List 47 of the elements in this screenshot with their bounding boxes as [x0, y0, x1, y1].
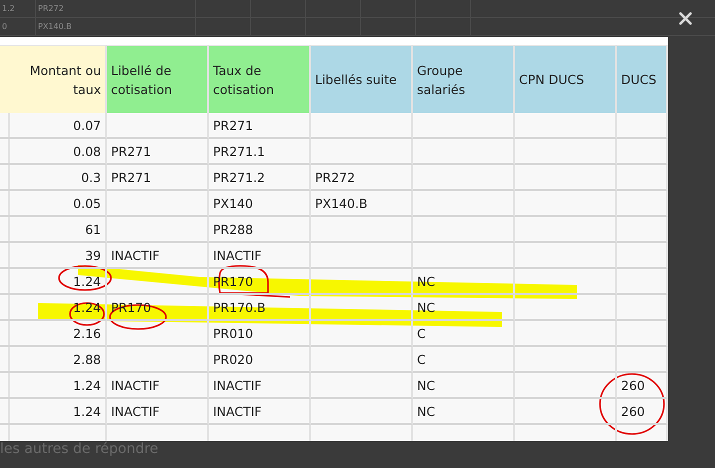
column-header: Libellé de cotisation: [107, 45, 209, 113]
table-cell: PR010: [209, 321, 311, 347]
table-cell: PR271: [107, 165, 209, 191]
table-cell: 61: [5, 217, 107, 243]
table-cell: 0.3: [5, 165, 107, 191]
table-cell: INACTIF: [107, 243, 209, 269]
table-cell: PR271: [107, 139, 209, 165]
table-cell: INACTIF: [209, 373, 311, 399]
table-cell: 260: [617, 373, 668, 399]
table-cell: NC: [413, 399, 515, 425]
column-header: Libellés suite: [311, 45, 413, 113]
column-header: Montant ou taux: [5, 45, 107, 113]
table-cell: 39: [5, 243, 107, 269]
table-cell: PR271.2: [209, 165, 311, 191]
table-cell: PX140.B: [311, 191, 413, 217]
table-cell: NC: [413, 373, 515, 399]
table-cell: PR271.1: [209, 139, 311, 165]
table-cell: PX140: [209, 191, 311, 217]
table-cell: 0.05: [5, 191, 107, 217]
table-cell: 2.88: [5, 347, 107, 373]
table-cell: 1.24: [5, 399, 107, 425]
background-cell: PX140.B: [36, 18, 196, 36]
table-cell: INACTIF: [209, 399, 311, 425]
table-cell: NC: [413, 295, 515, 321]
column-header: CPN DUCS: [515, 45, 617, 113]
table-cell: PR272: [311, 165, 413, 191]
table-cell: INACTIF: [107, 373, 209, 399]
table-cell: 0.07: [5, 113, 107, 139]
table-cell: C: [413, 347, 515, 373]
table-cell: 1.24: [5, 295, 107, 321]
table-cell: 2.16: [5, 321, 107, 347]
column-header: Taux de cotisation: [209, 45, 311, 113]
table-cell: 1.24: [5, 373, 107, 399]
table-cell: INACTIF: [209, 243, 311, 269]
background-cell: 1.2: [0, 0, 36, 18]
background-cell: PR272: [36, 0, 196, 18]
column-header: DUCS: [617, 45, 668, 113]
table-cell: INACTIF: [107, 399, 209, 425]
table-cell: 0.08: [5, 139, 107, 165]
table-cell: PR020: [209, 347, 311, 373]
table-cell: 1.24: [5, 269, 107, 295]
table-cell: PR271: [209, 113, 311, 139]
table-cell: PR288: [209, 217, 311, 243]
table-cell: C: [413, 321, 515, 347]
table-cell: 260: [617, 399, 668, 425]
background-cell: 0: [0, 18, 36, 36]
column-header: Groupe salariés: [413, 45, 515, 113]
